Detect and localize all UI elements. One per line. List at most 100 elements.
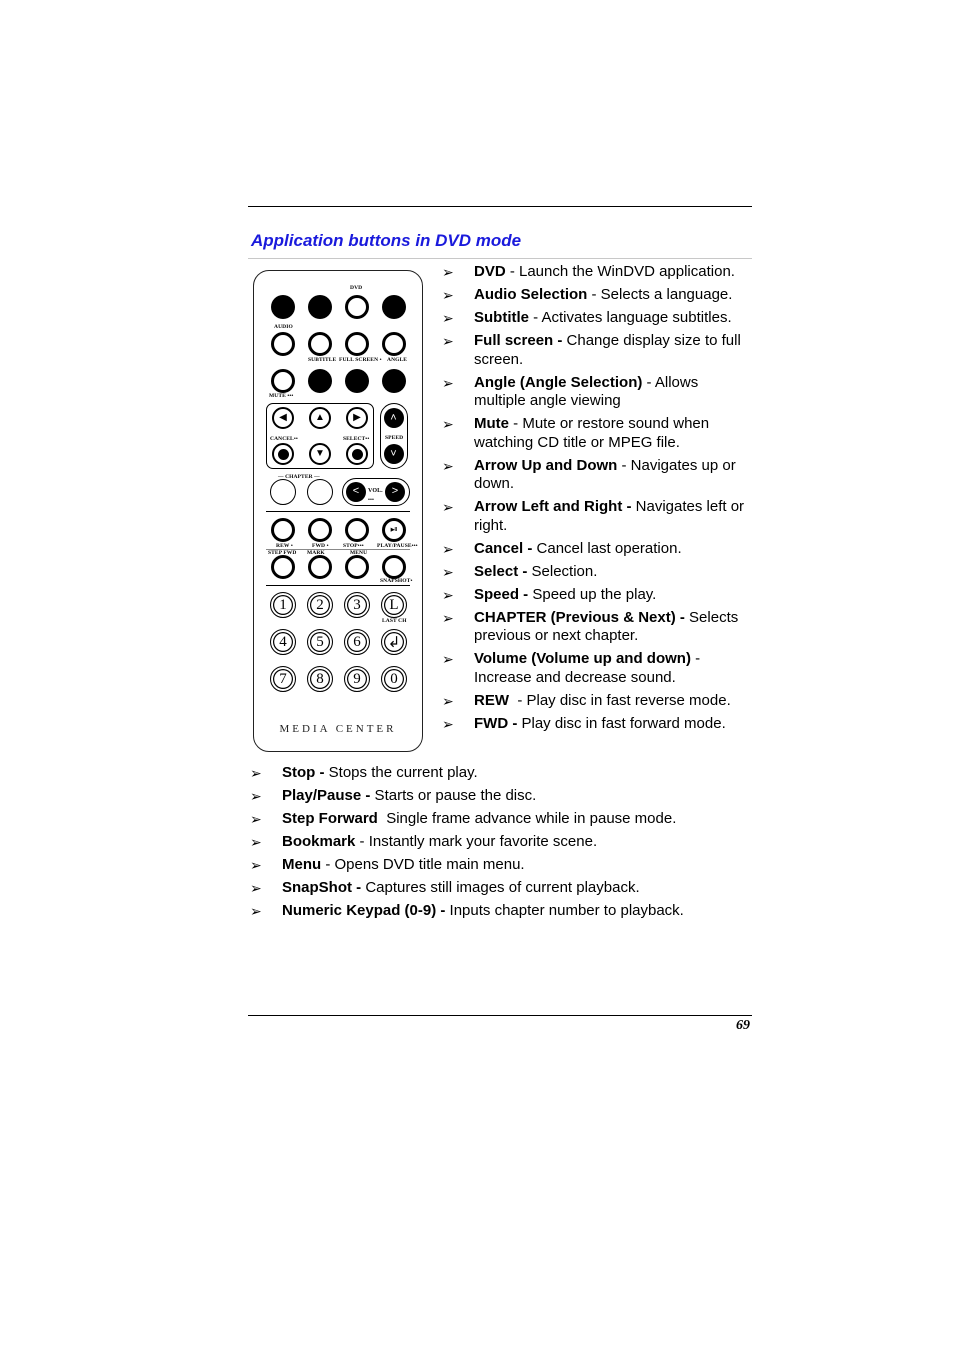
arrow-bullet-icon: ➢ xyxy=(442,287,454,303)
remote-button-mute xyxy=(271,369,295,393)
item-description: - Launch the WinDVD application. xyxy=(505,263,735,280)
arrow-bullet-icon: ➢ xyxy=(442,715,454,732)
footer-rule xyxy=(248,1015,752,1016)
remote-button-blank xyxy=(308,369,332,393)
arrow-up-icon: ▲ xyxy=(309,407,331,429)
arrow-bullet-icon: ➢ xyxy=(250,765,262,781)
remote-divider xyxy=(266,511,410,512)
arrow-bullet-icon: ➢ xyxy=(442,264,454,280)
remote-brand-label: MEDIA CENTER xyxy=(279,723,397,735)
arrow-bullet-icon: ➢ xyxy=(442,416,454,432)
numeric-key-0: 0 xyxy=(381,666,407,692)
numeric-key-6: 6 xyxy=(344,629,370,655)
remote-button-blank xyxy=(382,369,406,393)
remote-button-menu xyxy=(345,555,369,579)
remote-label-angle: ANGLE xyxy=(387,357,408,363)
item-term: Mute xyxy=(474,415,509,432)
list-item: ➢ Menu - Opens DVD title main menu. xyxy=(250,856,750,875)
item-description: Speed up the play. xyxy=(528,585,657,603)
arrow-bullet-icon: ➢ xyxy=(442,586,454,603)
item-term: Bookmark xyxy=(282,833,356,850)
item-term: Step Forward xyxy=(282,810,378,827)
remote-label-select: SELECT•• xyxy=(343,436,370,442)
item-term: FWD - xyxy=(474,714,518,732)
remote-button-subtitle xyxy=(308,332,332,356)
item-description: Starts or pause the disc. xyxy=(370,787,537,804)
list-item: ➢ REW - Play disc in fast reverse mode. xyxy=(442,692,754,711)
item-description: Stops the current play. xyxy=(324,764,478,781)
numeric-key-9: 9 xyxy=(344,666,370,692)
remote-button-dvd xyxy=(345,295,369,319)
arrow-bullet-icon: ➢ xyxy=(250,903,262,919)
list-item: ➢ Step Forward Single frame advance while… xyxy=(250,810,750,829)
title-rule xyxy=(248,258,752,259)
button-description-list-continued: ➢ Stop - Stops the current play. ➢ Play/Pau… xyxy=(250,764,750,925)
remote-button-blank xyxy=(382,295,406,319)
arrow-bullet-icon: ➢ xyxy=(442,374,454,391)
item-description: Play disc in fast forward mode. xyxy=(517,714,726,732)
item-term: Audio Selection xyxy=(474,286,588,303)
item-term: Arrow Up and Down xyxy=(474,456,618,474)
arrow-bullet-icon: ➢ xyxy=(442,609,454,626)
arrow-bullet-icon: ➢ xyxy=(442,310,454,326)
item-term: Stop - xyxy=(282,764,325,781)
arrow-bullet-icon: ➢ xyxy=(250,857,262,873)
arrow-bullet-icon: ➢ xyxy=(442,499,454,515)
arrow-bullet-icon: ➢ xyxy=(442,692,454,709)
remote-button-audio xyxy=(271,332,295,356)
numeric-key-3: 3 xyxy=(344,592,370,618)
button-description-list: ➢ DVD - Launch the WinDVD application. ➢ Au… xyxy=(442,263,754,738)
remote-button-blank xyxy=(308,295,332,319)
item-term: Cancel - xyxy=(474,539,533,557)
list-item: ➢ Angle (Angle Selection) - Allows multip… xyxy=(442,374,754,411)
arrow-right-icon: ▶ xyxy=(346,407,368,429)
arrow-bullet-icon: ➢ xyxy=(442,540,454,557)
item-term: Full screen - xyxy=(474,332,563,349)
list-item: ➢ Arrow Left and Right - Navigates left o… xyxy=(442,498,754,535)
list-item: ➢ Full screen - Change display size to fu… xyxy=(442,332,754,369)
remote-button-fwd xyxy=(308,518,332,542)
remote-button-select xyxy=(346,443,368,465)
play-pause-icon: ▶II xyxy=(382,518,406,542)
item-term: Speed - xyxy=(474,585,529,603)
list-item: ➢ Arrow Up and Down - Navigates up or dow… xyxy=(442,457,754,494)
section-title: Application buttons in DVD mode xyxy=(251,231,522,250)
remote-label-snapshot: SNAPSHOT• xyxy=(380,578,413,584)
item-term: REW xyxy=(474,691,509,709)
list-item: ➢ SnapShot - Captures still images of cur… xyxy=(250,879,750,898)
remote-button-mark xyxy=(308,555,332,579)
item-description: Captures still images of current playbac… xyxy=(361,879,640,896)
remote-label-full-screen: FULL SCREEN • xyxy=(339,357,382,363)
remote-label-audio: AUDIO xyxy=(274,324,293,330)
remote-label-last-ch: LAST CH xyxy=(382,618,407,624)
header-rule xyxy=(248,206,752,207)
list-item: ➢ DVD - Launch the WinDVD application. xyxy=(442,263,754,282)
arrow-bullet-icon: ➢ xyxy=(442,457,454,474)
list-item: ➢ Mute - Mute or restore sound when watch… xyxy=(442,415,754,452)
remote-label-subtitle: SUBTITLE xyxy=(308,357,337,363)
remote-button-angle xyxy=(382,332,406,356)
remote-nav-cluster: ◀ ▲ ▶ CANCEL•• SELECT•• ▼ xyxy=(266,403,374,469)
remote-button-stop xyxy=(345,518,369,542)
list-item: ➢ Numeric Keypad (0-9) - Inputs chapter n… xyxy=(250,902,750,921)
remote-button-full-screen xyxy=(345,332,369,356)
page-number: 69 xyxy=(736,1018,750,1033)
remote-button-blank xyxy=(271,295,295,319)
arrow-bullet-icon: ➢ xyxy=(442,651,454,667)
item-description: - Mute or restore sound when watching CD… xyxy=(474,415,714,451)
item-description: - Instantly mark your favorite scene. xyxy=(355,833,598,850)
numeric-key-8: 8 xyxy=(307,666,333,692)
numeric-key-4: 4 xyxy=(270,629,296,655)
remote-button-snapshot xyxy=(382,555,406,579)
list-item: ➢ Select - Selection. xyxy=(442,563,754,582)
arrow-bullet-icon: ➢ xyxy=(442,333,454,349)
item-term: SnapShot - xyxy=(282,879,362,896)
arrow-down-icon: ▼ xyxy=(309,443,331,465)
remote-label-mute: MUTE ••• xyxy=(269,393,294,399)
remote-divider xyxy=(266,585,410,586)
remote-label-vol-dots: ••• xyxy=(368,497,375,503)
item-description: - Activates language subtitles. xyxy=(529,309,732,326)
speed-down-icon: ˅ xyxy=(383,444,404,464)
arrow-bullet-icon: ➢ xyxy=(250,880,262,896)
arrow-left-icon: ◀ xyxy=(272,407,294,429)
